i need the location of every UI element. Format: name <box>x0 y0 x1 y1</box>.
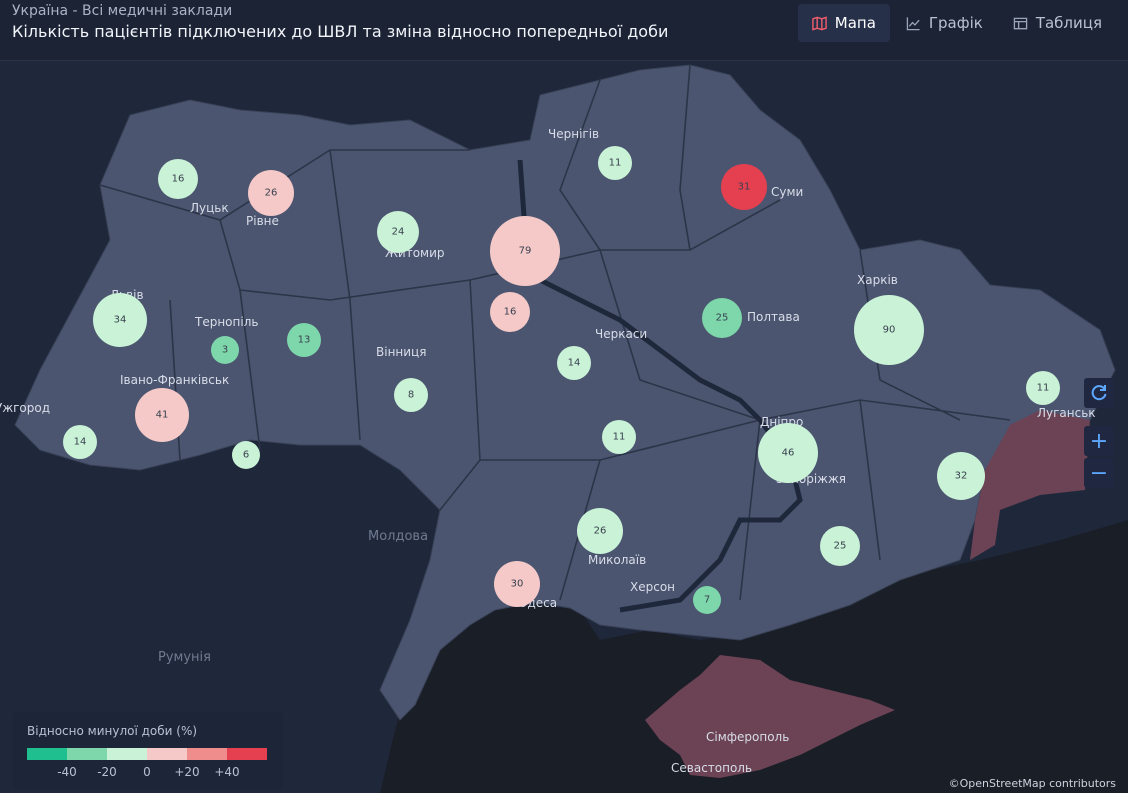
table-icon <box>1013 17 1028 29</box>
city-label: Харків <box>857 273 898 287</box>
bubble-value: 32 <box>955 471 968 482</box>
bubble-value: 11 <box>613 432 626 443</box>
country-label: Молдова <box>368 529 428 544</box>
bubble-value: 26 <box>594 526 607 537</box>
city-label: Тернопіль <box>194 315 258 329</box>
city-label: Чернігів <box>548 127 599 141</box>
legend-swatch-1 <box>27 748 67 760</box>
city-label: Ужгород <box>0 401 50 415</box>
city-label: Вінниця <box>376 345 426 359</box>
minus-icon: − <box>1089 460 1109 486</box>
plus-icon: + <box>1089 428 1109 454</box>
bubble-value: 14 <box>568 358 581 369</box>
legend-color-scale <box>27 748 267 760</box>
legend-swatch-3 <box>107 748 147 760</box>
bubble-value: 6 <box>243 450 249 461</box>
legend-tick: +20 <box>174 765 200 779</box>
legend-swatch-5 <box>187 748 227 760</box>
bubble-value: 11 <box>1037 383 1050 394</box>
map-attribution[interactable]: ©OpenStreetMap contributors <box>949 777 1116 790</box>
city-label: Луганськ <box>1037 406 1096 420</box>
bubble-value: 34 <box>114 315 127 326</box>
bubble-value: 14 <box>74 437 87 448</box>
bubble-value: 41 <box>156 410 169 421</box>
map-icon <box>811 15 827 31</box>
legend-tick: +40 <box>214 765 240 779</box>
zoom-in-button[interactable]: + <box>1084 426 1114 456</box>
view-tabs: Мапа Графік Таблиця <box>797 4 1116 42</box>
bubble-value: 25 <box>716 313 729 324</box>
bubble-value: 30 <box>511 579 524 590</box>
bubble-value: 25 <box>834 541 847 552</box>
bubble-value: 13 <box>298 335 311 346</box>
city-label: Рівне <box>246 214 279 228</box>
page-title: Кількість пацієнтів підключених до ШВЛ т… <box>12 22 669 41</box>
city-label: Черкаси <box>595 327 647 341</box>
legend-tick: -40 <box>57 765 77 779</box>
city-label: Суми <box>771 185 803 199</box>
refresh-icon <box>1091 385 1107 401</box>
city-label: Івано-Франківськ <box>120 373 229 387</box>
bubble-value: 26 <box>265 188 278 199</box>
city-label: Луцьк <box>190 201 229 215</box>
tab-table[interactable]: Таблиця <box>999 4 1116 42</box>
city-label: Херсон <box>630 580 675 594</box>
bubble-value: 3 <box>222 345 228 356</box>
legend-swatch-2 <box>67 748 107 760</box>
bubble-value: 31 <box>738 182 751 193</box>
page-subtitle: Україна - Всі медичні заклади <box>12 3 233 19</box>
legend-swatch-4 <box>147 748 187 760</box>
tab-map-label: Мапа <box>834 14 876 32</box>
header: Україна - Всі медичні заклади Кількість … <box>0 0 1128 61</box>
bubble-value: 24 <box>392 227 405 238</box>
tab-chart[interactable]: Графік <box>892 4 997 42</box>
legend-tick: 0 <box>143 765 151 779</box>
reset-view-button[interactable] <box>1084 378 1114 408</box>
legend-swatch-6 <box>227 748 267 760</box>
bubble-value: 90 <box>883 325 896 336</box>
bubble-value: 8 <box>408 390 414 401</box>
tab-table-label: Таблиця <box>1035 14 1102 32</box>
city-label: Севастополь <box>671 761 752 775</box>
bubble-value: 16 <box>172 174 185 185</box>
city-label: Миколаїв <box>588 553 646 567</box>
bubble-value: 11 <box>609 158 622 169</box>
bubble-value: 79 <box>519 246 532 257</box>
legend-title: Відносно минулої доби (%) <box>27 724 198 738</box>
legend-tick: -20 <box>97 765 117 779</box>
map-canvas[interactable]: ЧернігівСумиЛуцькРівнеЖитомирХарківЛьвів… <box>0 61 1128 793</box>
tab-map[interactable]: Мапа <box>797 4 890 42</box>
bubble-value: 7 <box>704 595 710 606</box>
bubble-value: 16 <box>504 307 517 318</box>
city-label: Сімферополь <box>706 730 789 744</box>
zoom-out-button[interactable]: − <box>1084 458 1114 488</box>
city-label: Полтава <box>747 310 800 324</box>
line-chart-icon <box>906 16 920 30</box>
legend: Відносно минулої доби (%) -40 -20 0 +20 … <box>13 712 283 789</box>
bubble-value: 46 <box>782 448 795 459</box>
tab-chart-label: Графік <box>928 14 983 32</box>
country-label: Румунія <box>158 650 211 665</box>
map-area[interactable]: ЧернігівСумиЛуцькРівнеЖитомирХарківЛьвів… <box>0 61 1128 793</box>
